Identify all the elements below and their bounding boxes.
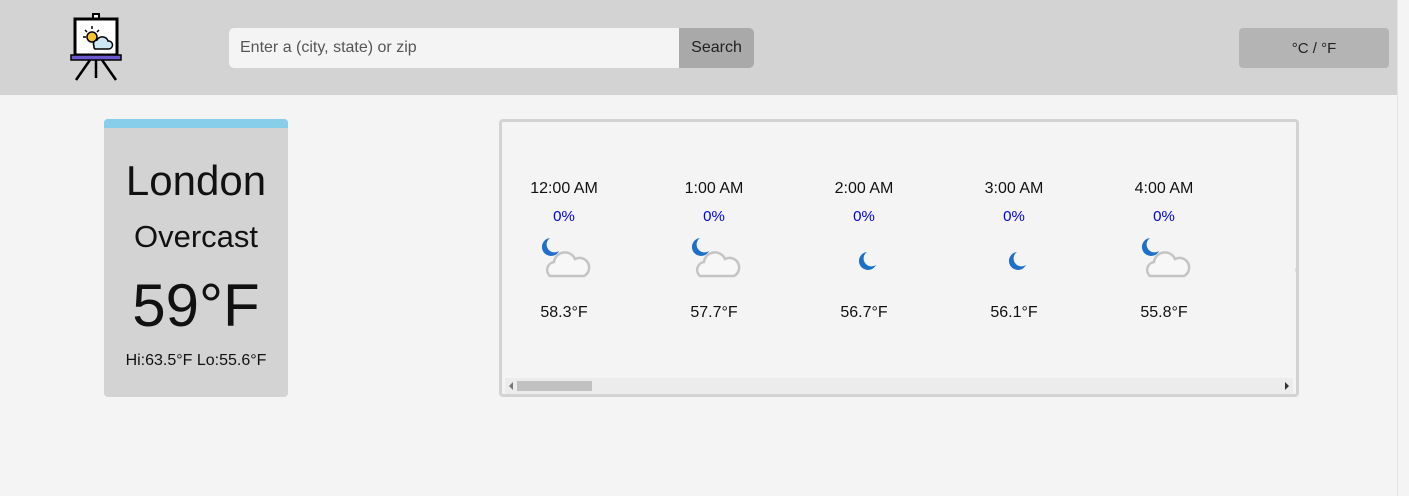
hourly-item: 12:00 AM 0% 58.3°F	[504, 122, 624, 377]
precip-chance: 0%	[703, 208, 725, 225]
hour-temperature: 56.7°F	[840, 304, 888, 321]
scrollbar-thumb[interactable]	[517, 381, 592, 391]
horizontal-scrollbar[interactable]	[505, 378, 1293, 394]
hour-time: 2:00 AM	[834, 180, 894, 197]
moon-icon	[988, 234, 1042, 284]
cloud-icon	[1288, 234, 1296, 284]
precip-chance: 0%	[853, 208, 875, 225]
hourly-item: 1:00 AM 0% 57.7°F	[654, 122, 774, 377]
search-input[interactable]	[229, 28, 679, 68]
hour-time: 12:00 AM	[530, 180, 598, 197]
moon-cloud-icon	[1138, 234, 1192, 284]
easel-weather-icon	[70, 13, 122, 81]
hour-time: 1:00 AM	[684, 180, 744, 197]
hourly-item: 4:00 AM 0% 55.8°F	[1104, 122, 1224, 377]
scroll-right-arrow-icon[interactable]	[1285, 382, 1289, 390]
precip-chance: 0%	[1153, 208, 1175, 225]
hourly-item: 3:00 AM 0% 56.1°F	[954, 122, 1074, 377]
search-button[interactable]: Search	[679, 28, 754, 68]
precip-chance: 0%	[553, 208, 575, 225]
hour-temperature: 55.8°F	[1140, 304, 1188, 321]
moon-icon	[838, 234, 892, 284]
hour-time: 10	[1254, 180, 1296, 198]
card-accent-bar	[104, 119, 288, 128]
current-temperature: 59°F	[132, 272, 260, 339]
moon-cloud-icon	[538, 234, 592, 284]
hi-lo-temperature: Hi:63.5°F Lo:55.6°F	[125, 352, 267, 369]
top-bar: Search °C / °F	[0, 0, 1409, 95]
hour-time: 4:00 AM	[1134, 180, 1194, 197]
weather-condition: Overcast	[133, 219, 259, 254]
precip-chance: 0%	[1003, 208, 1025, 225]
hourly-item: 10	[1254, 122, 1296, 377]
unit-toggle-button[interactable]: °C / °F	[1239, 28, 1389, 68]
scroll-left-arrow-icon[interactable]	[509, 382, 513, 390]
city-name: London	[125, 157, 267, 204]
page-scrollbar[interactable]	[1397, 0, 1409, 496]
hourly-forecast-track: 12:00 AM 0% 58.3°F 1:00 AM 0% 57.7°F 2:00 AM 0%…	[502, 122, 1296, 377]
hour-time: 3:00 AM	[984, 180, 1044, 197]
hourly-forecast-panel[interactable]: 12:00 AM 0% 58.3°F 1:00 AM 0% 57.7°F 2:00 AM 0%…	[499, 119, 1299, 397]
hour-temperature: 58.3°F	[540, 304, 588, 321]
hourly-item: 2:00 AM 0% 56.7°F	[804, 122, 924, 377]
hour-temperature: 56.1°F	[990, 304, 1038, 321]
current-weather-card: London Overcast 59°F Hi:63.5°F Lo:55.6°F	[104, 119, 288, 397]
moon-cloud-icon	[688, 234, 742, 284]
hour-temperature: 57.7°F	[690, 304, 738, 321]
